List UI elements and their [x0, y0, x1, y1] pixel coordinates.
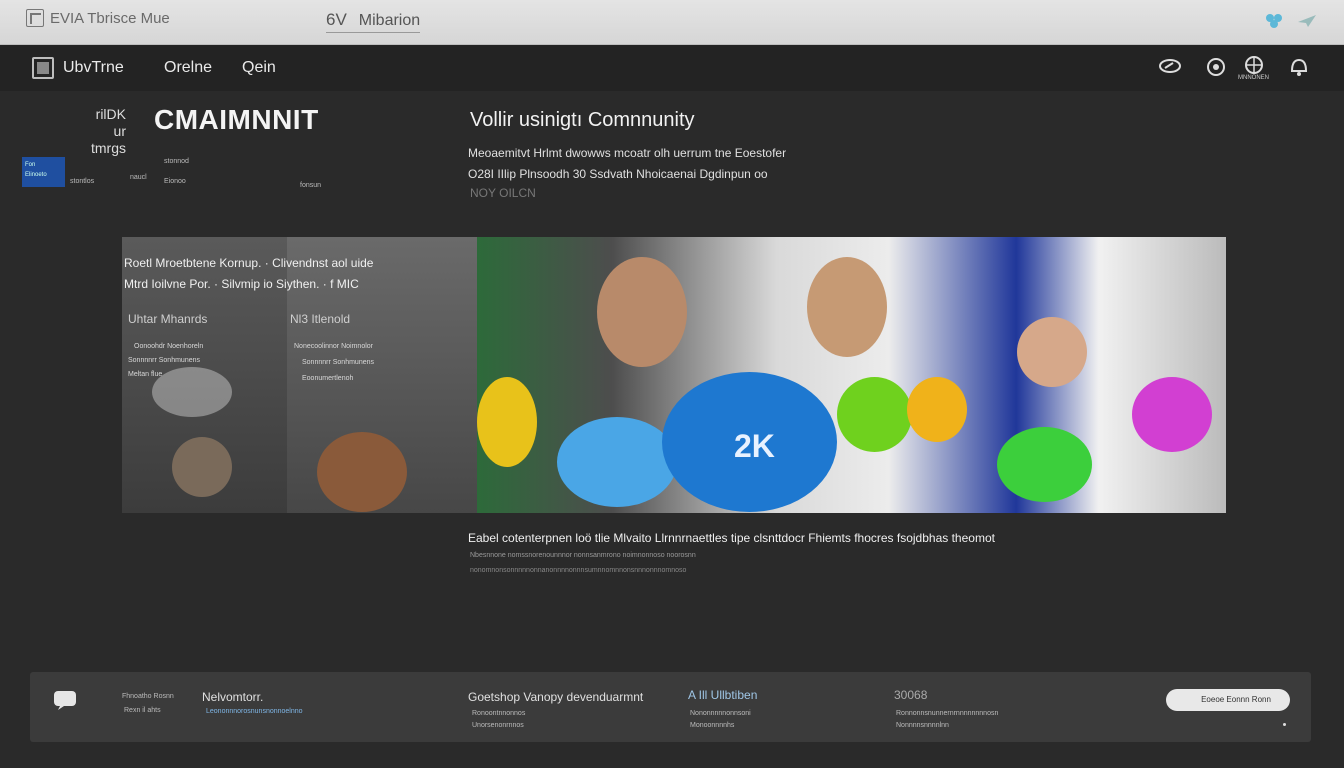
app-brand-name: EVIA Tbrisce Mue: [50, 9, 170, 27]
nav-item-3[interactable]: Qein: [242, 59, 276, 77]
bright-green-bubble: [997, 427, 1092, 502]
banner-text-2: Mtrd Ioilvne Por. · Silvmip io Siythen. …: [124, 277, 359, 291]
light-blob: [152, 367, 232, 417]
banner-left-item-2[interactable]: Sonnnnrr Sonhmunens: [128, 357, 200, 364]
window-title: 6V Mibarion: [326, 10, 421, 33]
green-bubble: [837, 377, 912, 452]
meta-label-3: naucl: [130, 174, 147, 181]
window-title-text: Mibarion: [358, 12, 421, 29]
link-icon[interactable]: [1158, 55, 1182, 79]
hero-eyebrow-line-2: ur tmrgs: [91, 123, 126, 156]
man-photo: [597, 257, 687, 367]
woman-photo: [807, 257, 887, 357]
orange-bubble: [907, 377, 967, 442]
puzzle-icon[interactable]: [1264, 12, 1284, 30]
banner-photo: [477, 237, 1226, 513]
footer-col3-sub-1: Ronoontnnonnos: [472, 710, 526, 717]
banner-middle-item-2[interactable]: Sonnnnrr Sonhmunens: [302, 359, 374, 366]
yellow-bubble: [477, 377, 537, 467]
hero-title: CMAIMNNIT: [154, 104, 319, 135]
meta-label-5: fonsun: [300, 182, 322, 189]
banner-text-1: Roetl Mroetbtene Kornup. · Clivendnst ao…: [124, 256, 374, 270]
nav-item-1[interactable]: UbvTrne: [63, 59, 124, 77]
window-title-prefix: 6V: [326, 10, 347, 29]
nav-item-2[interactable]: Orelne: [164, 59, 212, 77]
banner-caption-sub-2: nonomnonsonnnnnonnanonnnnonnnsumnnomnnon…: [470, 567, 687, 574]
footer-col5-sub-1: Ronnonnsnunnernrnnnnnnnnosn: [896, 710, 999, 717]
meta-label-4: Eionoo: [164, 178, 186, 185]
community-desc-2: O28I IIlip Plnsoodh 30 Ssdvath Nhoicaena…: [468, 167, 768, 181]
young-man-photo: [1017, 317, 1087, 387]
info-badge[interactable]: Fon Elinoeto: [22, 157, 65, 187]
app-logo-icon: [26, 9, 44, 27]
community-heading: Vollir usinigtı Comnnunity: [470, 109, 695, 131]
footer-col3-sub-2: Unorsenonrnnos: [472, 722, 524, 729]
globe-caption: MNNONEN: [1238, 75, 1269, 81]
notification-icon[interactable]: [1287, 55, 1311, 79]
info-badge-line-2: Elinoeto: [25, 172, 47, 178]
hero-banner[interactable]: 2K Roetl Mroetbtene Kornup. · Clivendnst…: [122, 237, 1226, 513]
footer-col2-sub: Leononnnorosnunsnonnoelnno: [206, 708, 303, 715]
settings-icon[interactable]: [1204, 55, 1228, 79]
footer-bar: Fhnoatho Rosnn Rexn il ahts Nelvomtorr. …: [30, 672, 1311, 742]
app-brand[interactable]: EVIA Tbrisce Mue: [26, 9, 170, 27]
hero-eyebrow-line-1: rilDK: [95, 106, 126, 122]
pink-bubble: [1132, 377, 1212, 452]
title-bar: EVIA Tbrisce Mue 6V Mibarion: [0, 0, 1344, 45]
footer-col4-title[interactable]: A Ill Ullbtiben: [688, 688, 757, 702]
footer-col1-line-2: Rexn il ahts: [124, 707, 161, 714]
footer-col1-line-1: Fhnoatho Rosnn: [122, 693, 174, 700]
banner-middle-item-3[interactable]: Eoonumertlenoh: [302, 375, 353, 382]
banner-caption: Eabel cotenterpnen loö tlie Mlvaito Llrn…: [468, 531, 995, 545]
footer-dot: [1283, 723, 1286, 726]
meta-label-2: stontlos: [70, 178, 95, 185]
banner-left-item-1[interactable]: Oonoohdr Noenhoreln: [134, 343, 203, 350]
footer-col5-title[interactable]: 30068: [894, 688, 927, 702]
footer-col4-sub-2: Monoonnnnhs: [690, 722, 735, 729]
footer-col4-sub-1: Nononnnnnonnsoni: [690, 710, 751, 717]
footer-col5-sub-2: Nonnnnsnnnnlnn: [896, 722, 949, 729]
nav-logo-icon[interactable]: [32, 57, 54, 79]
community-desc-1: Meoaemitvt Hrlmt dwowws mcoatr olh uerru…: [468, 146, 787, 160]
plane-icon[interactable]: [1296, 12, 1318, 30]
footer-col2-title[interactable]: Nelvomtorr.: [202, 690, 263, 704]
community-desc-3: NOY OILCN: [470, 186, 536, 200]
hero-eyebrow: rilDK ur tmrgs: [80, 106, 126, 157]
info-badge-line-1: Fon: [25, 162, 36, 168]
banner-middle-heading: Nl3 Itlenold: [290, 312, 351, 326]
banner-left-item-3[interactable]: Meltan flue: [128, 371, 162, 378]
main-nav: UbvTrne Orelne Qein MNNONEN: [0, 45, 1344, 91]
people-photo: [317, 432, 407, 512]
banner-caption-sub-1: Nbesnnone nomssnorenounnnor nonnsanmrono…: [470, 552, 696, 559]
footer-col3-title[interactable]: Goetshop Vanopy devenduarmnt: [468, 690, 643, 704]
light-blue-bubble: [557, 417, 677, 507]
banner-middle-item-1[interactable]: Nonecoolinnor Noimnolor: [294, 343, 373, 350]
chat-icon[interactable]: [52, 687, 80, 711]
footer-action-button[interactable]: Eoeoe Eonnn Ronn: [1166, 689, 1290, 711]
banner-left-heading: Uhtar Mhanrds: [128, 312, 208, 326]
person-photo: [172, 437, 232, 497]
meta-label-1: stonnod: [164, 158, 189, 165]
count-badge: 2K: [734, 428, 775, 464]
